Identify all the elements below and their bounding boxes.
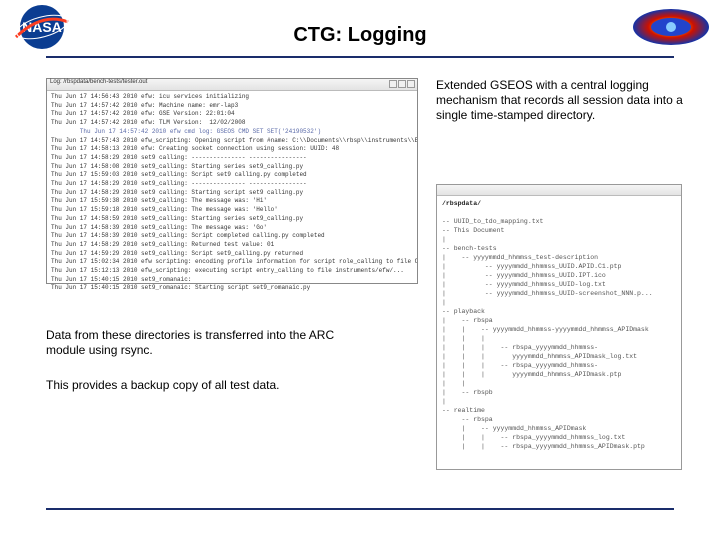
divider-top: [46, 56, 674, 58]
log-window: Log: /rbspdata/bench-tests/tester.out Th…: [46, 78, 418, 284]
nasa-logo: NASA: [8, 2, 76, 52]
close-icon[interactable]: [407, 80, 415, 88]
description-right: Extended GSEOS with a central logging me…: [436, 78, 686, 123]
content-area: Log: /rbspdata/bench-tests/tester.out Th…: [0, 60, 720, 506]
log-titlebar: Log: /rbspdata/bench-tests/tester.out: [47, 79, 417, 91]
divider-bottom: [46, 508, 674, 510]
log-window-title: Log: /rbspdata/bench-tests/tester.out: [50, 79, 147, 85]
description-left-1: Data from these directories is transferr…: [46, 328, 346, 358]
log-body: Thu Jun 17 14:56:43 2010 efw: icu servic…: [47, 91, 417, 295]
minimize-icon[interactable]: [389, 80, 397, 88]
tree-body: /rbspdata/ -- UUID_to_tdo_mapping.txt --…: [437, 196, 681, 454]
window-controls: [389, 80, 415, 88]
maximize-icon[interactable]: [398, 80, 406, 88]
tree-titlebar: [437, 185, 681, 196]
description-left-2: This provides a backup copy of all test …: [46, 378, 346, 393]
tree-window: /rbspdata/ -- UUID_to_tdo_mapping.txt --…: [436, 184, 682, 470]
page-title: CTG: Logging: [0, 8, 720, 47]
belt-logo: [630, 6, 712, 48]
header: NASA CTG: Logging: [0, 0, 720, 56]
